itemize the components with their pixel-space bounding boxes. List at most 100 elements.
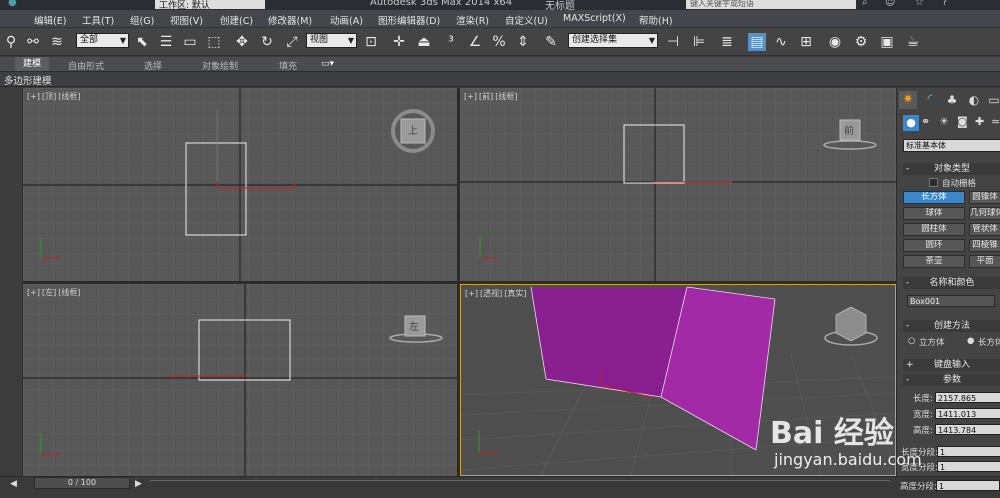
geosphere-button[interactable]: 几何球体 — [969, 207, 1000, 220]
width-input[interactable]: 1411.013 — [935, 408, 1000, 419]
length-input[interactable]: 2157.865 — [935, 392, 1000, 403]
height-segs-input[interactable]: 1 — [936, 480, 1000, 491]
teapot-button[interactable]: 茶壶 — [903, 255, 965, 268]
ref-coord-dropdown[interactable]: 视图 ▼ — [306, 33, 357, 48]
menu-create[interactable]: 创建(C) — [220, 13, 253, 27]
move-icon[interactable]: ✥ — [233, 33, 251, 51]
select-by-name-icon[interactable]: ☰ — [157, 33, 175, 51]
geometry-icon[interactable]: ● — [903, 115, 919, 131]
viewport-top-label[interactable]: [+] [顶] [线框] — [27, 91, 82, 102]
cone-button[interactable]: 圆锥体 — [969, 191, 1000, 204]
radio-box[interactable]: ● — [967, 336, 974, 346]
viewport-front-plus[interactable]: [+] — [464, 92, 477, 101]
named-selection-dropdown[interactable]: 创建选择集 ▼ — [568, 33, 658, 48]
viewcube-front-face[interactable]: 前 — [844, 122, 854, 137]
mirror-icon[interactable]: ⊣ — [664, 33, 682, 51]
hierarchy-tab-icon[interactable]: ♣ — [943, 91, 961, 109]
menu-animation[interactable]: 动画(A) — [330, 13, 363, 27]
width-segs-input[interactable]: 1 — [937, 461, 1000, 472]
keyboard-entry-rollout[interactable]: + 键盘输入 — [903, 359, 1000, 371]
autogrid-checkbox[interactable] — [929, 178, 938, 187]
display-tab-icon[interactable]: ▭ — [987, 91, 1000, 109]
render-setup-icon[interactable]: ⚙ — [852, 33, 870, 51]
rotate-icon[interactable]: ↻ — [258, 33, 276, 51]
viewport-top-view[interactable]: [顶] — [42, 92, 56, 101]
menu-help[interactable]: 帮助(H) — [639, 13, 673, 27]
creation-method-rollout[interactable]: - 创建方法 — [903, 320, 1000, 332]
align-icon[interactable]: ⊫ — [690, 33, 708, 51]
cameras-icon[interactable]: ◙ — [957, 115, 968, 128]
menu-tools[interactable]: 工具(T) — [82, 13, 114, 27]
radio-cube[interactable]: ○ — [908, 336, 915, 346]
name-color-rollout[interactable]: - 名称和颜色 — [903, 277, 1000, 289]
spacewarps-icon[interactable]: ≈ — [991, 115, 1000, 128]
menu-group[interactable]: 组(G) — [130, 13, 154, 27]
search-icon[interactable]: ⌕ — [862, 0, 868, 8]
menu-edit[interactable]: 编辑(E) — [34, 13, 66, 27]
select-object-icon[interactable]: ⬉ — [133, 33, 151, 51]
workspace-selector[interactable]: 工作区: 默认 — [155, 0, 265, 11]
polygon-modeling-label[interactable]: 多边形建模 — [4, 73, 52, 87]
tab-freeform[interactable]: 自由形式 — [68, 59, 104, 72]
schematic-view-icon[interactable]: ⊞ — [797, 33, 815, 51]
viewport-persp-label[interactable]: [+] [透视] [真实] — [465, 288, 528, 299]
viewport-left-view[interactable]: [左] — [42, 288, 56, 297]
category-dropdown[interactable]: 标准基本体 — [903, 139, 1000, 152]
snap-3d-icon[interactable]: ³ — [442, 33, 460, 51]
viewport-persp-view[interactable]: [透视] — [480, 289, 502, 298]
prev-frame-icon[interactable]: ◀ — [10, 479, 17, 489]
viewport-top-plus[interactable]: [+] — [27, 92, 40, 101]
height-input[interactable]: 1413.784 — [935, 424, 1000, 435]
rendered-frame-icon[interactable]: ▣ — [878, 33, 896, 51]
scale-icon[interactable]: ⤢ — [283, 33, 301, 51]
viewport-persp-shade[interactable]: [真实] — [504, 289, 526, 298]
viewport-front-shade[interactable]: [线框] — [495, 92, 517, 101]
cylinder-button[interactable]: 圆柱体 — [903, 223, 965, 236]
app-logo-icon[interactable]: ● — [8, 0, 17, 8]
bind-space-warp-icon[interactable]: ≋ — [48, 33, 66, 51]
object-name-input[interactable]: Box001 — [907, 295, 995, 307]
selection-filter-dropdown[interactable]: 全部 ▼ — [76, 33, 129, 48]
user-icon[interactable]: ☺ — [885, 0, 895, 8]
rect-region-icon[interactable]: ▭ — [181, 33, 199, 51]
tab-object-paint[interactable]: 对象绘制 — [202, 59, 238, 72]
next-frame-icon[interactable]: ▶ — [135, 479, 142, 489]
plane-button[interactable]: 平面 — [969, 255, 1000, 268]
viewport-left-shade[interactable]: [线框] — [58, 288, 80, 297]
help-icon[interactable]: ? — [942, 0, 947, 8]
object-type-rollout[interactable]: - 对象类型 — [903, 163, 1000, 175]
tab-modeling[interactable]: 建模 — [15, 57, 50, 71]
menu-modifiers[interactable]: 修改器(M) — [268, 13, 312, 27]
viewport-front[interactable]: 前 [+] [前] [线框] — [460, 88, 896, 281]
length-segs-input[interactable]: 1 — [937, 446, 1000, 457]
menu-rendering[interactable]: 渲染(R) — [456, 13, 489, 27]
modify-tab-icon[interactable]: ◜ — [921, 91, 939, 109]
viewport-front-label[interactable]: [+] [前] [线框] — [464, 91, 519, 102]
timeline-track[interactable] — [150, 480, 890, 488]
sphere-button[interactable]: 球体 — [903, 207, 965, 220]
tube-button[interactable]: 管状体 — [969, 223, 1000, 236]
keyboard-shortcut-icon[interactable]: ⏏ — [415, 33, 433, 51]
box-button[interactable]: 长方体 — [903, 191, 965, 204]
render-production-icon[interactable]: ☕ — [904, 33, 922, 51]
viewcube-left-face[interactable]: 左 — [409, 318, 419, 333]
edit-named-sel-icon[interactable]: ✎ — [542, 33, 560, 51]
viewport-top[interactable]: 上 [+] [顶] [线框] — [23, 88, 457, 281]
tab-populate[interactable]: 填充 — [279, 59, 297, 72]
window-crossing-icon[interactable]: ⬚ — [205, 33, 223, 51]
parameters-rollout[interactable]: - 参数 — [903, 374, 1000, 386]
scene-explorer-icon[interactable]: ▤ — [748, 33, 766, 51]
lights-icon[interactable]: ☀ — [939, 115, 949, 128]
time-slider[interactable]: 0 / 100 — [34, 477, 130, 489]
angle-snap-icon[interactable]: ∠ — [466, 33, 484, 51]
menu-customize[interactable]: 自定义(U) — [505, 13, 548, 27]
viewport-top-shade[interactable]: [线框] — [58, 92, 80, 101]
star-icon[interactable]: ☆ — [915, 0, 924, 8]
viewport-left-plus[interactable]: [+] — [27, 288, 40, 297]
viewcube-top-face[interactable]: 上 — [408, 122, 418, 137]
search-input[interactable]: 键入关键字或短语 — [686, 0, 856, 9]
select-link-icon[interactable]: ⚲ — [2, 33, 20, 51]
shapes-icon[interactable]: ⚭ — [921, 115, 930, 128]
viewport-perspective[interactable]: [+] [透视] [真实] — [460, 284, 896, 476]
pyramid-button[interactable]: 四棱锥 — [969, 239, 1000, 252]
